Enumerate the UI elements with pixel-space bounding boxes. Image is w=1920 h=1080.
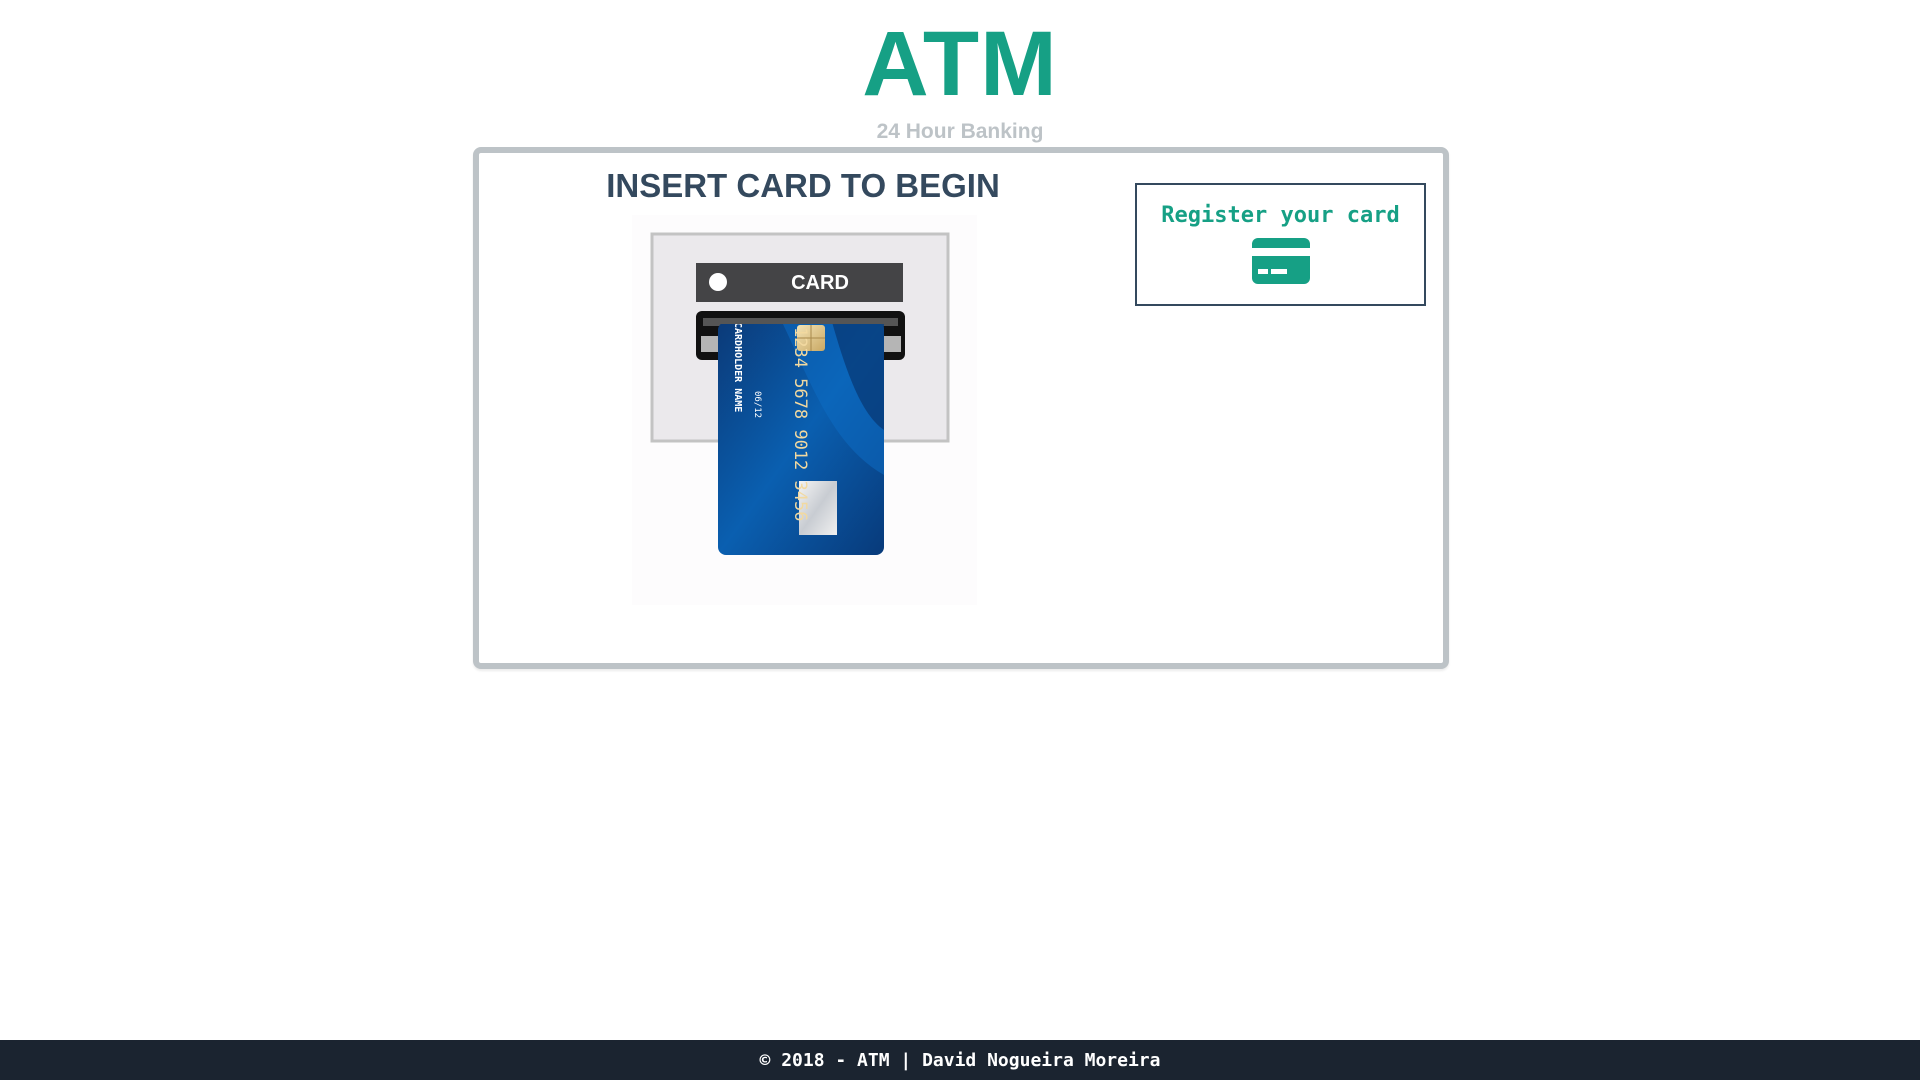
- brand-header: ATM 24 Hour Banking: [0, 18, 1920, 144]
- app-title: ATM: [862, 13, 1058, 115]
- register-card-button[interactable]: Register your card: [1135, 183, 1426, 306]
- footer: © 2018 - ATM | David Nogueira Moreira: [0, 1040, 1920, 1080]
- card-slot-graphic: CARD 1234 5678 9012 3456 CARDHOLDER NAME…: [650, 232, 950, 555]
- card-expiry-text: 06/12: [752, 391, 762, 418]
- card-slot-label: CARD: [791, 272, 849, 294]
- register-card-label: Register your card: [1161, 203, 1400, 228]
- insert-card-illustration[interactable]: CARD 1234 5678 9012 3456 CARDHOLDER NAME…: [632, 215, 977, 605]
- credit-card-icon: [1251, 238, 1310, 284]
- footer-copyright: © 2018 - ATM | David Nogueira Moreira: [759, 1050, 1161, 1071]
- card-number-text: 1234 5678 9012 3456: [790, 327, 810, 521]
- card-holder-text: CARDHOLDER NAME: [732, 322, 743, 412]
- atm-screen: INSERT CARD TO BEGIN CARD 1234 5678 9012…: [473, 147, 1449, 669]
- atm-page: ATM 24 Hour Banking INSERT CARD TO BEGIN: [0, 0, 1920, 1080]
- credit-card-image: 1234 5678 9012 3456 CARDHOLDER NAME 06/1…: [718, 322, 884, 555]
- insert-card-heading: INSERT CARD TO BEGIN: [606, 167, 1000, 204]
- app-subtitle: 24 Hour Banking: [876, 120, 1044, 143]
- card-slot-light-icon: [709, 273, 727, 291]
